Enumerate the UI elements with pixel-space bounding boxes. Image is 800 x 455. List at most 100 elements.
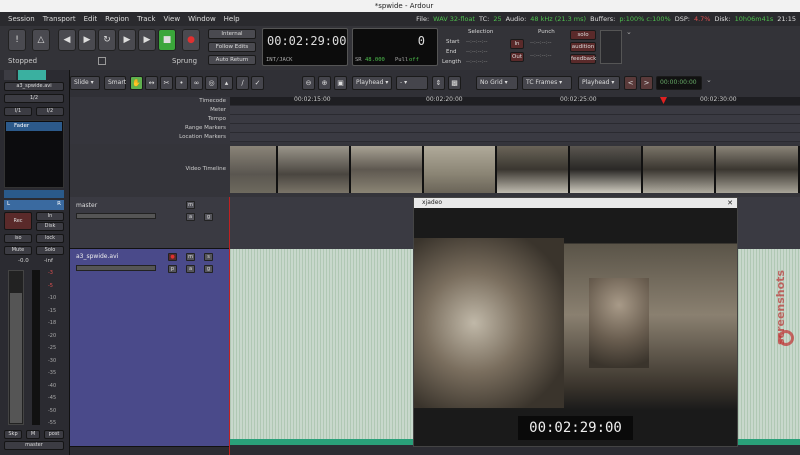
close-icon[interactable]: ✕ (727, 198, 733, 208)
video-frame-thumbnail[interactable] (570, 146, 643, 193)
video-frame-thumbnail[interactable] (351, 146, 424, 193)
record-button[interactable]: ● (182, 29, 200, 51)
audio-gain-slider[interactable] (76, 265, 156, 271)
timecode-ruler[interactable]: 00:02:15:00 00:02:20:00 00:02:25:00 00:0… (230, 96, 800, 106)
comments-button[interactable]: master (4, 441, 64, 450)
strip-name-button[interactable]: a3_spwide.avi (4, 82, 64, 91)
solo-alert-button[interactable]: solo (570, 30, 596, 40)
range-markers-ruler[interactable] (230, 124, 800, 133)
monitor-input-button[interactable]: In (36, 212, 64, 221)
chevron-down-icon[interactable]: ⌄ (626, 28, 632, 36)
selection-length[interactable]: --:--:--:-- (466, 59, 487, 65)
menu-edit[interactable]: Edit (80, 12, 102, 26)
menu-session[interactable]: Session (4, 12, 39, 26)
grid-type-dropdown[interactable]: No Grid ▾ (476, 76, 518, 90)
audio-track-name[interactable]: a3_spwide.avi (76, 253, 118, 260)
master-track-name[interactable]: master (76, 202, 97, 209)
nudge-chevron-icon[interactable]: ⌄ (706, 76, 712, 84)
shrink-tracks-icon[interactable]: ⇕ (432, 76, 445, 90)
video-frame-thumbnail[interactable] (230, 146, 278, 193)
monitor-section-button[interactable]: M (26, 430, 40, 439)
video-window-titlebar[interactable]: xjadeo ✕ (414, 198, 737, 208)
audio-region[interactable] (738, 249, 800, 445)
content-tool-icon[interactable]: ▴ (220, 76, 233, 90)
metronome-button[interactable]: △ (32, 29, 50, 51)
meter-point-button[interactable]: Skp (4, 430, 22, 439)
menu-view[interactable]: View (159, 12, 184, 26)
location-markers-ruler[interactable] (230, 133, 800, 142)
grab-tool-icon[interactable]: ✋ (130, 76, 143, 90)
tempo-ruler[interactable] (230, 115, 800, 124)
video-frame-thumbnail[interactable] (424, 146, 497, 193)
goto-end-button[interactable]: ▶ (78, 29, 96, 51)
feedback-button[interactable]: feedback (570, 54, 596, 64)
selection-start[interactable]: --:--:--:-- (466, 39, 487, 45)
solo-lock-button[interactable]: lock (36, 234, 64, 243)
audio-track-playlist-button[interactable]: p (168, 265, 177, 273)
nudge-backward-icon[interactable]: < (624, 76, 637, 90)
video-frame-thumbnail[interactable] (497, 146, 570, 193)
smart-mode-button[interactable]: Smart (104, 76, 126, 90)
editor-mixer-switch[interactable] (600, 30, 622, 64)
punch-out-button[interactable]: Out (510, 52, 524, 62)
expand-tracks-icon[interactable]: ▩ (448, 76, 461, 90)
edit-mode-dropdown[interactable]: Slide ▾ (70, 76, 100, 90)
zoom-session-icon[interactable]: ▣ (334, 76, 347, 90)
punch-in-button[interactable]: In (510, 39, 524, 49)
video-monitor-window[interactable]: xjadeo ✕ 00:02:29:00 (413, 197, 738, 447)
menu-help[interactable]: Help (220, 12, 244, 26)
rec-enable-button[interactable]: Rec (4, 212, 32, 230)
audition-button[interactable]: audition (570, 42, 596, 52)
master-track-header[interactable]: master m a g (70, 197, 230, 249)
internal-edit-tool-icon[interactable]: ✓ (251, 76, 264, 90)
nudge-forward-icon[interactable]: > (640, 76, 653, 90)
menu-window[interactable]: Window (184, 12, 220, 26)
master-automation-button[interactable]: a (186, 213, 195, 221)
grid-units-dropdown[interactable]: TC Frames ▾ (522, 76, 572, 90)
punch-out-time[interactable]: --:--:--:-- (530, 53, 551, 59)
video-frame-thumbnail[interactable] (716, 146, 800, 193)
panner[interactable]: L R (4, 200, 64, 210)
master-group-button[interactable]: g (204, 213, 213, 221)
gain-display[interactable]: -0.0 (18, 258, 29, 264)
stop-button[interactable]: ■ (158, 29, 176, 51)
time-fx-tool-icon[interactable]: ∕ (236, 76, 249, 90)
input-button[interactable]: 1/2 (4, 94, 64, 103)
input-2-button[interactable]: I/2 (36, 107, 64, 116)
audio-track-automation-button[interactable]: a (186, 265, 195, 273)
audio-track-rec-button[interactable]: ● (168, 253, 177, 261)
audio-track-header[interactable]: a3_spwide.avi ● m s p a g (70, 249, 230, 447)
menu-track[interactable]: Track (133, 12, 159, 26)
stretch-tool-icon[interactable]: ∞ (190, 76, 203, 90)
play-range-button[interactable]: ▶ (118, 29, 136, 51)
midi-panic-button[interactable]: ! (8, 29, 26, 51)
strip-width-button[interactable] (4, 70, 16, 80)
processor-box[interactable]: Fader (4, 120, 64, 188)
zoom-in-icon[interactable]: ⊕ (318, 76, 331, 90)
draw-tool-icon[interactable]: • (175, 76, 188, 90)
master-gain-slider[interactable] (76, 213, 156, 219)
meter-post-button[interactable]: post (44, 430, 64, 439)
solo-button[interactable]: Solo (36, 246, 64, 255)
secondary-clock[interactable]: 0 SR 48.000 Pull off (352, 28, 438, 66)
fader-processor[interactable]: Fader (6, 122, 62, 131)
panner-bar[interactable] (4, 190, 64, 198)
internal-sync-button[interactable]: Internal (208, 29, 256, 39)
peak-display[interactable]: -inf (44, 258, 53, 264)
loop-button[interactable]: ↻ (98, 29, 116, 51)
nudge-point-dropdown[interactable]: Playhead ▾ (578, 76, 620, 90)
nudge-clock[interactable]: 00:00:00:00 (656, 76, 702, 90)
primary-clock[interactable]: 00:02:29:00 INT/JACK (262, 28, 348, 66)
goto-start-button[interactable]: ◀ (58, 29, 76, 51)
monitor-disk-button[interactable]: Disk (36, 222, 64, 231)
play-button[interactable]: ▶ (138, 29, 156, 51)
input-1-button[interactable]: I/1 (4, 107, 32, 116)
menu-region[interactable]: Region (101, 12, 133, 26)
menu-transport[interactable]: Transport (39, 12, 80, 26)
cut-tool-icon[interactable]: ✂ (160, 76, 173, 90)
video-frame-thumbnail[interactable] (643, 146, 716, 193)
punch-in-time[interactable]: --:--:--:-- (530, 40, 551, 46)
audition-tool-icon[interactable]: ◎ (205, 76, 218, 90)
follow-edits-button[interactable]: Follow Edits (208, 42, 256, 52)
selection-end[interactable]: --:--:--:-- (466, 49, 487, 55)
